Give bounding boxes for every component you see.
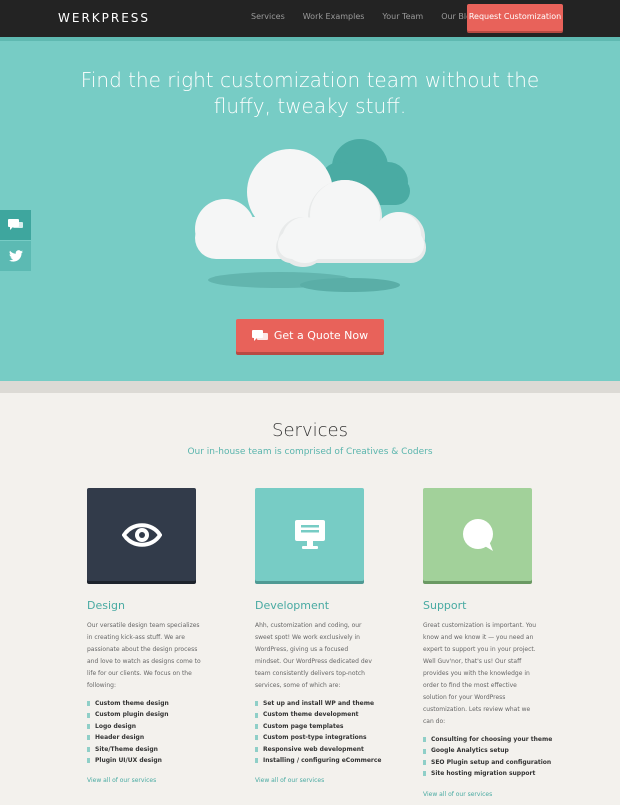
development-view-all-link[interactable]: View all of our services (255, 777, 405, 784)
list-item: Custom theme design (87, 698, 237, 709)
design-heading: Design (87, 599, 125, 612)
nav-link-your-team[interactable]: Your Team (382, 12, 423, 21)
support-view-all-link[interactable]: View all of our services (423, 791, 573, 798)
list-item: Custom page templates (255, 721, 405, 732)
list-item: Custom theme development (255, 709, 405, 720)
eye-icon (121, 522, 162, 547)
service-column-development: Development Ahh, customization and codin… (255, 488, 405, 784)
list-item: Responsive web development (255, 744, 405, 755)
service-column-design: Design Our versatile design team special… (87, 488, 237, 784)
list-item: Custom post-type integrations (255, 732, 405, 743)
hero-section: Find the right customization team withou… (0, 37, 620, 381)
get-quote-label: Get a Quote Now (273, 329, 369, 342)
support-description: Great customization is important. You kn… (423, 622, 537, 725)
chat-icon (8, 219, 23, 230)
chat-bubbles-icon (251, 329, 268, 341)
design-tile (87, 488, 196, 581)
side-chat-button[interactable] (0, 210, 31, 240)
get-quote-button[interactable]: Get a Quote Now (236, 319, 384, 352)
top-navbar: WERKPRESS Services Work Examples Your Te… (0, 0, 620, 37)
list-item: Logo design (87, 721, 237, 732)
service-column-support: Support Great customization is important… (423, 488, 573, 798)
hero-bottom-band (0, 381, 620, 393)
hero-top-strip (0, 37, 620, 41)
design-feature-list: Custom theme design Custom plugin design… (87, 698, 237, 766)
list-item: Set up and install WP and theme (255, 698, 405, 709)
support-heading: Support (423, 599, 467, 612)
list-item: Site/Theme design (87, 744, 237, 755)
main-nav: Services Work Examples Your Team Our Blo… (251, 12, 494, 21)
speech-bubble-icon (462, 518, 493, 551)
side-twitter-button[interactable] (0, 241, 31, 271)
services-subtitle: Our in-house team is comprised of Creati… (187, 447, 433, 457)
nav-link-work-examples[interactable]: Work Examples (303, 12, 365, 21)
list-item: Header design (87, 732, 237, 743)
design-description: Our versatile design team specializes in… (87, 622, 201, 689)
site-logo[interactable]: WERKPRESS (58, 11, 150, 25)
services-title: Services (272, 420, 348, 441)
development-tile (255, 488, 364, 581)
list-item: Site hosting migration support (423, 768, 573, 779)
support-feature-list: Consulting for choosing your theme Googl… (423, 734, 573, 780)
list-item: Consulting for choosing your theme (423, 734, 573, 745)
clouds-illustration (195, 139, 426, 292)
list-item: SEO Plugin setup and configuration (423, 757, 573, 768)
support-tile (423, 488, 532, 581)
monitor-icon (294, 519, 325, 549)
development-description: Ahh, customization and coding, our sweet… (255, 622, 372, 689)
development-heading: Development (255, 599, 330, 612)
nav-link-services[interactable]: Services (251, 12, 285, 21)
design-view-all-link[interactable]: View all of our services (87, 777, 237, 784)
twitter-icon (8, 250, 23, 262)
list-item: Plugin UI/UX design (87, 755, 237, 766)
list-item: Custom plugin design (87, 709, 237, 720)
hero-title: Find the right customization team withou… (80, 68, 540, 118)
development-feature-list: Set up and install WP and theme Custom t… (255, 698, 405, 766)
list-item: Installing / configuring eCommerce (255, 755, 405, 766)
list-item: Google Analytics setup (423, 745, 573, 756)
request-customization-button[interactable]: Request Customization (467, 4, 563, 31)
